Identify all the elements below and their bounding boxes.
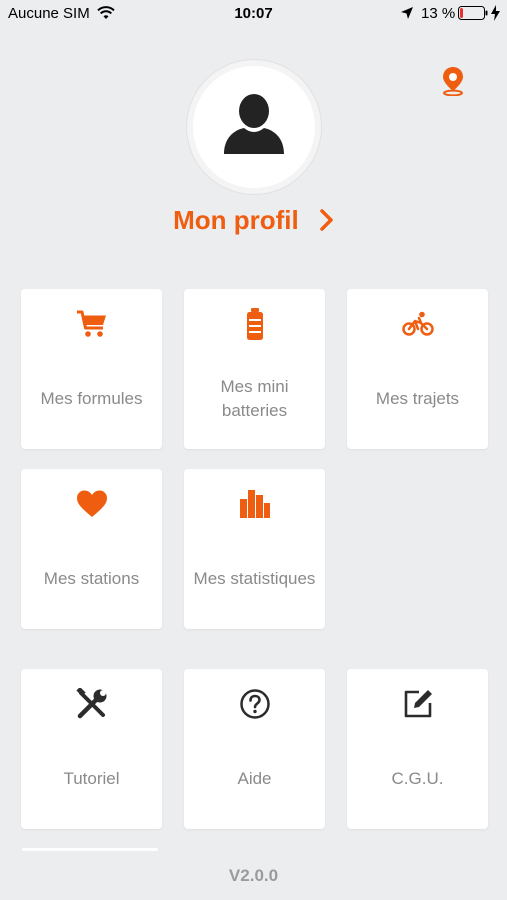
- tile-mes-formules[interactable]: Mes formules: [21, 289, 162, 449]
- tile-label: Mes mini batteries: [220, 377, 289, 420]
- bicycle-icon: [347, 307, 488, 341]
- tile-mes-trajets[interactable]: Mes trajets: [347, 289, 488, 449]
- profile-link[interactable]: Mon profil: [0, 205, 507, 238]
- tile-label: Mes stations: [43, 569, 140, 588]
- location-arrow-icon: [400, 6, 414, 24]
- map-pin-icon[interactable]: [440, 66, 466, 97]
- avatar[interactable]: [193, 66, 315, 188]
- tile-label: Tutoriel: [63, 769, 120, 788]
- charging-bolt-icon: [491, 5, 500, 25]
- edit-icon: [347, 687, 488, 721]
- tile-label: C.G.U.: [391, 769, 444, 788]
- tile-mes-mini-batteries[interactable]: Mes mini batteries: [184, 289, 325, 449]
- battery-icon: [184, 307, 325, 341]
- bar-chart-icon: [184, 487, 325, 521]
- tools-icon: [21, 687, 162, 721]
- version-label: V2.0.0: [228, 866, 279, 885]
- tile-label: Mes formules: [40, 389, 143, 408]
- tile-cgu[interactable]: C.G.U.: [347, 669, 488, 829]
- user-silhouette-icon: [224, 94, 284, 154]
- battery-percent: 13 %: [421, 5, 456, 22]
- status-bar: Aucune SIM 10:07 13 %: [0, 0, 507, 28]
- heart-icon: [21, 487, 162, 521]
- partial-tile: [22, 848, 158, 851]
- tile-mes-stations[interactable]: Mes stations: [21, 469, 162, 629]
- tile-tutoriel[interactable]: Tutoriel: [21, 669, 162, 829]
- tile-label: Mes trajets: [375, 389, 460, 408]
- tile-label: Aide: [237, 769, 272, 788]
- help-icon: [184, 687, 325, 721]
- cart-icon: [21, 307, 162, 341]
- tile-aide[interactable]: Aide: [184, 669, 325, 829]
- tile-mes-statistiques[interactable]: Mes statistiques: [184, 469, 325, 629]
- chevron-right-icon: [320, 207, 334, 238]
- battery-icon: [458, 6, 489, 24]
- tile-label: Mes statistiques: [193, 569, 316, 588]
- profile-label: Mon profil: [173, 205, 299, 235]
